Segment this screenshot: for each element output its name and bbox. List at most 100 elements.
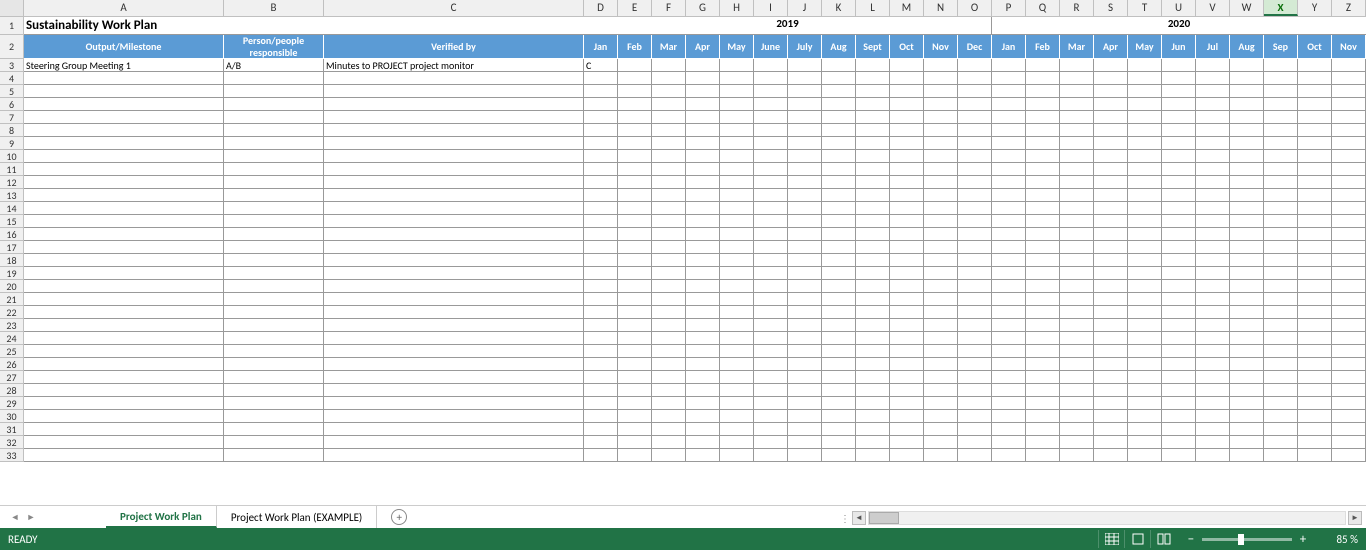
cell[interactable] <box>686 345 720 358</box>
col-header-C[interactable]: C <box>324 0 584 16</box>
cell[interactable] <box>1298 384 1332 397</box>
cell[interactable] <box>1128 293 1162 306</box>
cell[interactable] <box>686 410 720 423</box>
cell[interactable] <box>1162 215 1196 228</box>
cell[interactable] <box>584 345 618 358</box>
cell[interactable] <box>618 267 652 280</box>
cell[interactable] <box>992 410 1026 423</box>
col-header-L[interactable]: L <box>856 0 890 16</box>
cell[interactable] <box>618 228 652 241</box>
cell[interactable] <box>720 410 754 423</box>
cell[interactable] <box>584 449 618 462</box>
cell[interactable] <box>1230 410 1264 423</box>
cell[interactable] <box>1128 358 1162 371</box>
cell[interactable] <box>1128 306 1162 319</box>
cell[interactable] <box>686 98 720 111</box>
cell[interactable] <box>1060 384 1094 397</box>
cell[interactable] <box>24 228 224 241</box>
cell[interactable] <box>958 72 992 85</box>
cell[interactable] <box>1264 176 1298 189</box>
cell[interactable] <box>1230 423 1264 436</box>
cell[interactable] <box>1298 215 1332 228</box>
cell[interactable] <box>584 176 618 189</box>
cell[interactable] <box>618 150 652 163</box>
cell[interactable] <box>788 85 822 98</box>
cell[interactable] <box>992 111 1026 124</box>
cell[interactable] <box>1128 111 1162 124</box>
cell[interactable] <box>1026 332 1060 345</box>
cell[interactable] <box>924 319 958 332</box>
cell[interactable] <box>1298 72 1332 85</box>
cell[interactable] <box>890 449 924 462</box>
cell[interactable] <box>584 98 618 111</box>
row-header-33[interactable]: 33 <box>0 449 24 462</box>
cell[interactable] <box>822 423 856 436</box>
cell[interactable] <box>1332 124 1366 137</box>
cell[interactable] <box>1060 423 1094 436</box>
cell[interactable] <box>1264 241 1298 254</box>
cell[interactable] <box>720 59 754 72</box>
col-header-I[interactable]: I <box>754 0 788 16</box>
cell[interactable] <box>1196 72 1230 85</box>
cell[interactable] <box>1230 137 1264 150</box>
cell[interactable] <box>822 436 856 449</box>
cell[interactable] <box>958 449 992 462</box>
cell[interactable] <box>1060 59 1094 72</box>
cell[interactable] <box>618 163 652 176</box>
cell[interactable] <box>584 85 618 98</box>
cell[interactable] <box>788 72 822 85</box>
cell[interactable] <box>754 332 788 345</box>
cell[interactable] <box>1298 449 1332 462</box>
cell[interactable] <box>324 176 584 189</box>
cell[interactable] <box>584 423 618 436</box>
header-month[interactable]: Oct <box>890 35 924 59</box>
cell[interactable] <box>754 267 788 280</box>
cell[interactable] <box>24 306 224 319</box>
cell[interactable] <box>788 436 822 449</box>
cell[interactable] <box>992 59 1026 72</box>
cell[interactable] <box>958 124 992 137</box>
cell[interactable] <box>652 215 686 228</box>
cell[interactable] <box>1094 215 1128 228</box>
cell[interactable] <box>788 410 822 423</box>
cell[interactable] <box>1026 397 1060 410</box>
cell[interactable] <box>1196 111 1230 124</box>
cell[interactable] <box>1060 371 1094 384</box>
cell[interactable] <box>618 241 652 254</box>
cell[interactable] <box>1298 319 1332 332</box>
cell[interactable] <box>1298 85 1332 98</box>
cell[interactable] <box>1094 150 1128 163</box>
cell[interactable] <box>652 124 686 137</box>
cell[interactable] <box>822 189 856 202</box>
cell[interactable] <box>1094 293 1128 306</box>
cell[interactable] <box>1264 137 1298 150</box>
cell[interactable] <box>754 150 788 163</box>
cell[interactable] <box>652 176 686 189</box>
cell[interactable] <box>788 124 822 137</box>
cell[interactable] <box>686 176 720 189</box>
cell[interactable] <box>652 319 686 332</box>
normal-view-button[interactable] <box>1098 530 1124 548</box>
row-header-3[interactable]: 3 <box>0 59 24 72</box>
cell[interactable] <box>958 384 992 397</box>
cell[interactable] <box>822 319 856 332</box>
cell[interactable] <box>992 202 1026 215</box>
header-month[interactable]: May <box>720 35 754 59</box>
cell[interactable] <box>924 345 958 358</box>
cell[interactable] <box>1128 228 1162 241</box>
cell[interactable] <box>1162 163 1196 176</box>
col-header-E[interactable]: E <box>618 0 652 16</box>
cell[interactable] <box>890 111 924 124</box>
cell[interactable] <box>224 384 324 397</box>
cell[interactable] <box>1094 254 1128 267</box>
cell[interactable] <box>24 254 224 267</box>
cell[interactable] <box>856 280 890 293</box>
cell[interactable] <box>618 280 652 293</box>
cell[interactable] <box>890 397 924 410</box>
cell[interactable] <box>754 397 788 410</box>
cell[interactable] <box>1026 241 1060 254</box>
cell[interactable] <box>754 176 788 189</box>
cell[interactable] <box>584 137 618 150</box>
cell[interactable] <box>224 358 324 371</box>
col-header-O[interactable]: O <box>958 0 992 16</box>
